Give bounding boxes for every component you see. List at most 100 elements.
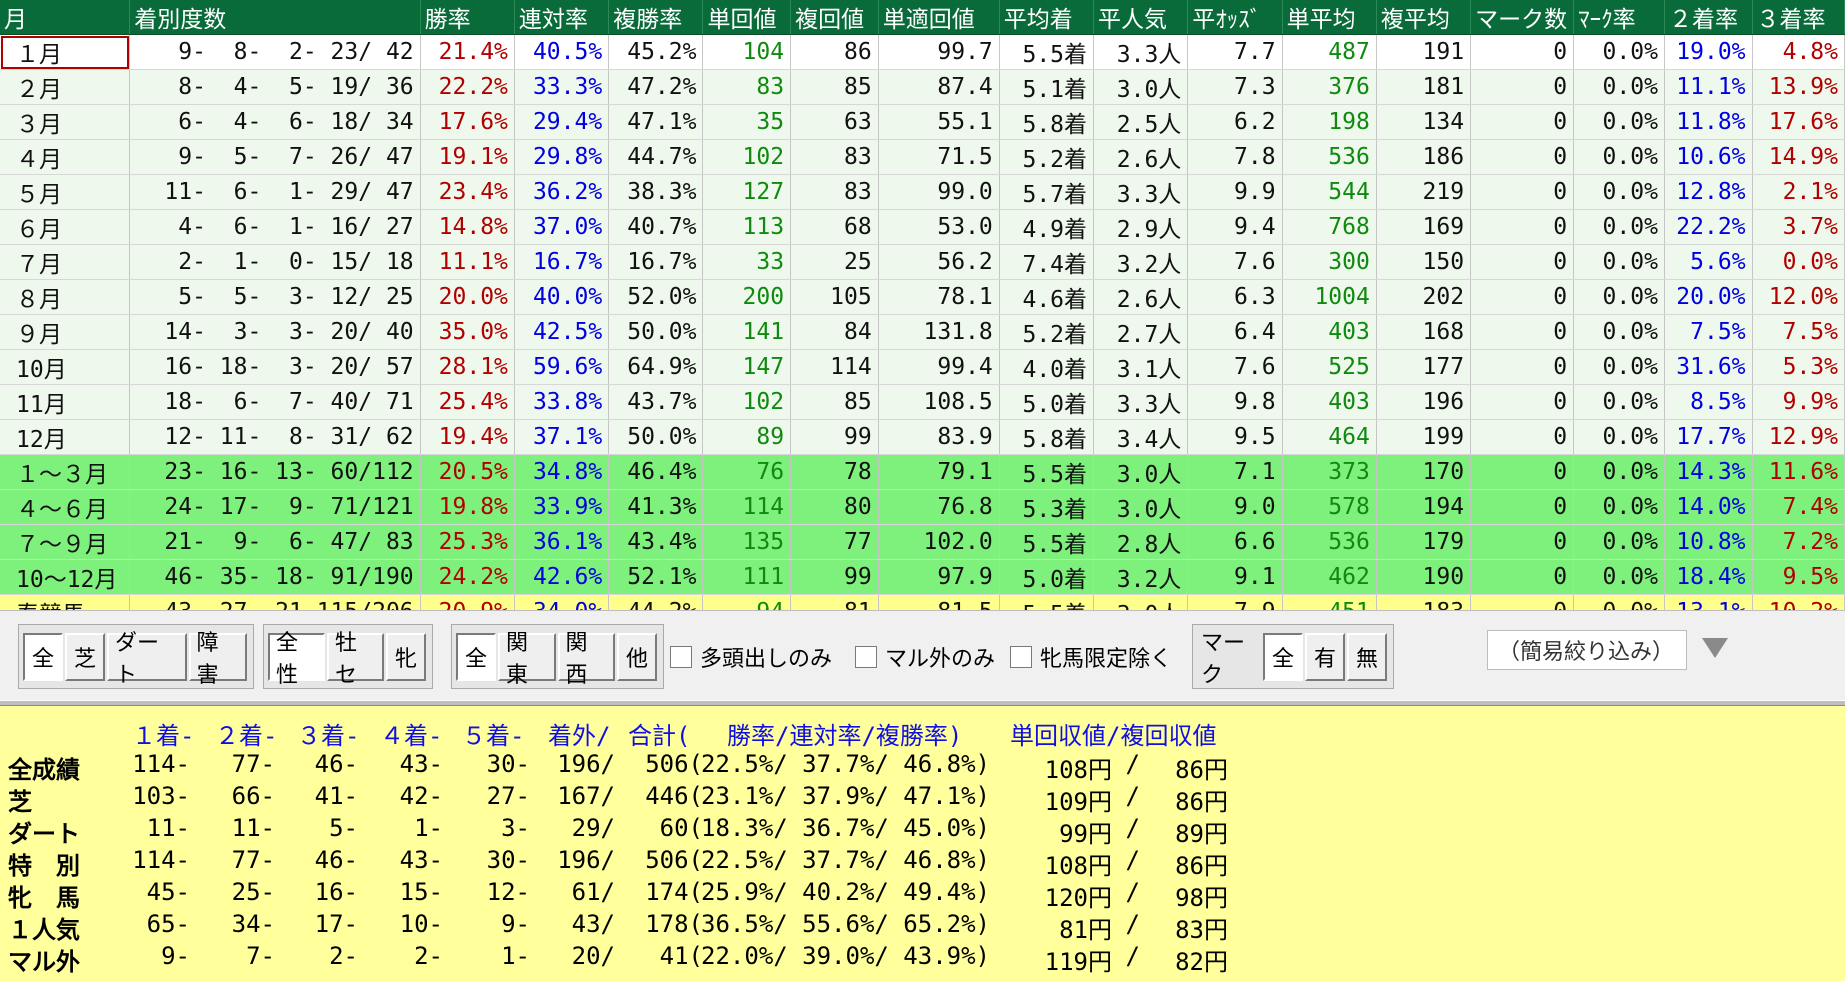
- win-avg-cell[interactable]: 451: [1282, 594, 1377, 610]
- record-cell[interactable]: 4- 6- 1- 16/ 27: [129, 209, 421, 245]
- show-avg-cell[interactable]: 199: [1376, 419, 1472, 455]
- win-rate-cell[interactable]: 20.5%: [420, 454, 515, 490]
- second-rate-cell[interactable]: 11.8%: [1664, 104, 1753, 140]
- avg-odds-cell[interactable]: 6.2: [1187, 104, 1283, 140]
- win-rate-cell[interactable]: 17.6%: [420, 104, 515, 140]
- mark-rate-cell[interactable]: 0.0%: [1573, 454, 1665, 490]
- avg-popularity-cell[interactable]: 3.0人: [1093, 489, 1189, 525]
- avg-odds-cell[interactable]: 9.0: [1187, 489, 1283, 525]
- third-rate-cell[interactable]: 11.6%: [1752, 454, 1845, 490]
- third-rate-cell[interactable]: 7.5%: [1752, 314, 1845, 350]
- surface-dirt-button[interactable]: ダート: [107, 631, 187, 688]
- show-rate-cell[interactable]: 47.2%: [608, 69, 704, 105]
- row-label[interactable]: １～３月: [0, 454, 131, 490]
- dropdown-arrow-icon[interactable]: [1702, 638, 1728, 658]
- mark-count-cell[interactable]: 0: [1470, 524, 1575, 560]
- avg-popularity-cell[interactable]: 3.4人: [1093, 419, 1189, 455]
- avg-popularity-cell[interactable]: 2.8人: [1093, 524, 1189, 560]
- second-rate-cell[interactable]: 31.6%: [1664, 349, 1753, 385]
- table-row[interactable]: ６月 4- 6- 1- 16/ 27 14.8% 37.0% 40.7% 113 68 53.…: [0, 209, 1845, 245]
- second-rate-cell[interactable]: 7.5%: [1664, 314, 1753, 350]
- row-label[interactable]: ４月: [0, 139, 131, 175]
- mark-count-cell[interactable]: 0: [1470, 279, 1575, 315]
- avg-odds-cell[interactable]: 6.3: [1187, 279, 1283, 315]
- win-rate-cell[interactable]: 20.9%: [420, 594, 515, 610]
- second-rate-cell[interactable]: 22.2%: [1664, 209, 1753, 245]
- mark-rate-cell[interactable]: 0.0%: [1573, 34, 1665, 70]
- mark-count-cell[interactable]: 0: [1470, 174, 1575, 210]
- table-row[interactable]: ４～６月 24- 17- 9- 71/121 19.8% 33.9% 41.3% 114 8…: [0, 489, 1845, 525]
- table-row[interactable]: ７～９月 21- 9- 6- 47/ 83 25.3% 36.1% 43.4% 135 77…: [0, 524, 1845, 560]
- show-avg-cell[interactable]: 219: [1376, 174, 1472, 210]
- mark-count-cell[interactable]: 0: [1470, 244, 1575, 280]
- show-avg-cell[interactable]: 179: [1376, 524, 1472, 560]
- mark-count-cell[interactable]: 0: [1470, 454, 1575, 490]
- place-rate-cell[interactable]: 34.8%: [514, 454, 610, 490]
- second-rate-cell[interactable]: 14.3%: [1664, 454, 1753, 490]
- show-rate-cell[interactable]: 41.3%: [608, 489, 704, 525]
- avg-finish-cell[interactable]: 5.5着: [999, 524, 1095, 560]
- show-return-cell[interactable]: 77: [790, 524, 879, 560]
- region-all-button[interactable]: 全: [456, 632, 496, 681]
- avg-finish-cell[interactable]: 5.2着: [999, 314, 1095, 350]
- show-rate-cell[interactable]: 43.4%: [608, 524, 704, 560]
- win-avg-cell[interactable]: 462: [1282, 559, 1377, 595]
- second-rate-cell[interactable]: 11.1%: [1664, 69, 1753, 105]
- avg-finish-cell[interactable]: 5.0着: [999, 384, 1095, 420]
- mark-rate-cell[interactable]: 0.0%: [1573, 559, 1665, 595]
- place-rate-cell[interactable]: 29.8%: [514, 139, 610, 175]
- place-rate-cell[interactable]: 40.0%: [514, 279, 610, 315]
- show-rate-cell[interactable]: 43.7%: [608, 384, 704, 420]
- surface-all-button[interactable]: 全: [23, 632, 63, 681]
- place-rate-cell[interactable]: 16.7%: [514, 244, 610, 280]
- show-avg-cell[interactable]: 181: [1376, 69, 1472, 105]
- show-avg-cell[interactable]: 194: [1376, 489, 1472, 525]
- third-rate-cell[interactable]: 9.9%: [1752, 384, 1845, 420]
- place-rate-cell[interactable]: 42.6%: [514, 559, 610, 595]
- win-rate-cell[interactable]: 14.8%: [420, 209, 515, 245]
- avg-finish-cell[interactable]: 4.0着: [999, 349, 1095, 385]
- mark-rate-cell[interactable]: 0.0%: [1573, 209, 1665, 245]
- second-rate-cell[interactable]: 19.0%: [1664, 34, 1753, 70]
- mark-rate-cell[interactable]: 0.0%: [1573, 139, 1665, 175]
- row-label[interactable]: ６月: [0, 209, 131, 245]
- third-rate-cell[interactable]: 3.7%: [1752, 209, 1845, 245]
- column-header[interactable]: 単回値: [702, 0, 792, 35]
- table-row[interactable]: 11月 18- 6- 7- 40/ 71 25.4% 33.8% 43.7% 102 85 1…: [0, 384, 1845, 420]
- show-avg-cell[interactable]: 134: [1376, 104, 1472, 140]
- avg-popularity-cell[interactable]: 2.5人: [1093, 104, 1189, 140]
- show-return-cell[interactable]: 105: [790, 279, 879, 315]
- avg-popularity-cell[interactable]: 3.0人: [1093, 69, 1189, 105]
- second-rate-cell[interactable]: 10.8%: [1664, 524, 1753, 560]
- row-label[interactable]: ４～６月: [0, 489, 131, 525]
- adjusted-return-cell[interactable]: 71.5: [878, 139, 1000, 175]
- adjusted-return-cell[interactable]: 97.9: [878, 559, 1000, 595]
- show-return-cell[interactable]: 99: [790, 419, 879, 455]
- table-row[interactable]: ５月 11- 6- 1- 29/ 47 23.4% 36.2% 38.3% 127 83 99…: [0, 174, 1845, 210]
- win-avg-cell[interactable]: 487: [1282, 34, 1377, 70]
- avg-finish-cell[interactable]: 5.5着: [999, 34, 1095, 70]
- win-rate-cell[interactable]: 19.1%: [420, 139, 515, 175]
- row-label[interactable]: ７～９月: [0, 524, 131, 560]
- show-rate-cell[interactable]: 44.2%: [608, 594, 704, 610]
- adjusted-return-cell[interactable]: 79.1: [878, 454, 1000, 490]
- record-cell[interactable]: 12- 11- 8- 31/ 62: [129, 419, 421, 455]
- second-rate-cell[interactable]: 5.6%: [1664, 244, 1753, 280]
- record-cell[interactable]: 9- 5- 7- 26/ 47: [129, 139, 421, 175]
- show-avg-cell[interactable]: 196: [1376, 384, 1472, 420]
- sex-filly-button[interactable]: 牝: [386, 632, 426, 681]
- row-label[interactable]: ７月: [0, 244, 131, 280]
- column-header[interactable]: 単適回値: [878, 0, 1000, 35]
- table-row[interactable]: 10月 16- 18- 3- 20/ 57 28.1% 59.6% 64.9% 147 11…: [0, 349, 1845, 385]
- win-rate-cell[interactable]: 22.2%: [420, 69, 515, 105]
- avg-popularity-cell[interactable]: 3.3人: [1093, 34, 1189, 70]
- show-avg-cell[interactable]: 177: [1376, 349, 1472, 385]
- row-label[interactable]: 12月: [0, 419, 131, 455]
- mark-rate-cell[interactable]: 0.0%: [1573, 349, 1665, 385]
- adjusted-return-cell[interactable]: 55.1: [878, 104, 1000, 140]
- show-rate-cell[interactable]: 40.7%: [608, 209, 704, 245]
- surface-turf-button[interactable]: 芝: [65, 632, 105, 681]
- win-avg-cell[interactable]: 464: [1282, 419, 1377, 455]
- avg-odds-cell[interactable]: 9.5: [1187, 419, 1283, 455]
- show-return-cell[interactable]: 114: [790, 349, 879, 385]
